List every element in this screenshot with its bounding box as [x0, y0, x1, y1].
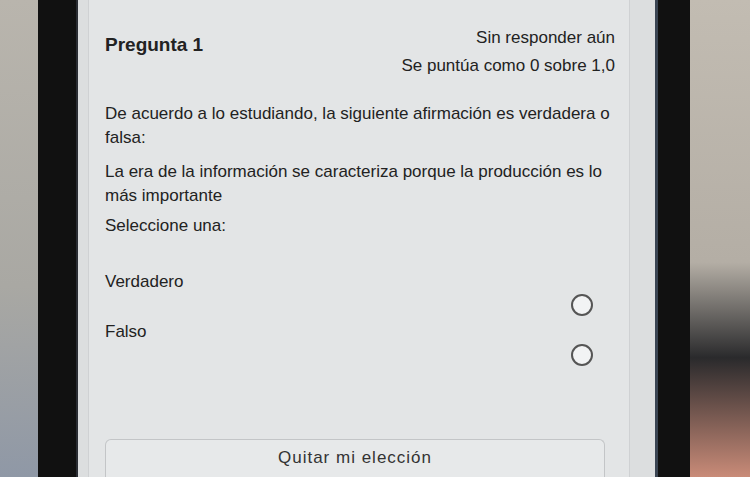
question-status: Sin responder aún: [401, 24, 615, 52]
question-grade: Se puntúa como 0 sobre 1,0: [401, 52, 615, 80]
clear-choice-button[interactable]: Quitar mi elección: [105, 439, 605, 477]
radio-row: [105, 344, 615, 366]
phone-bezel: [655, 0, 690, 477]
photo-scene: Pregunta 1 Sin responder aúnSe puntúa com…: [0, 0, 750, 477]
option-label: Verdadero: [105, 270, 615, 294]
radio-button[interactable]: [571, 344, 593, 366]
answer-option[interactable]: Verdadero: [105, 270, 615, 316]
phone-screen: Pregunta 1 Sin responder aúnSe puntúa com…: [78, 0, 655, 477]
clear-wrap: Quitar mi elección: [105, 439, 615, 477]
option-label: Falso: [105, 320, 615, 344]
question-instruction: Seleccione una:: [105, 214, 615, 238]
question-prompt: De acuerdo a lo estudiando, la siguiente…: [105, 102, 615, 150]
answer-options: Verdadero Falso: [105, 270, 615, 366]
question-header: Pregunta 1 Sin responder aúnSe puntúa com…: [105, 24, 615, 80]
question-meta: Sin responder aúnSe puntúa como 0 sobre …: [401, 24, 615, 80]
radio-row: [105, 294, 615, 316]
background: [0, 0, 38, 477]
radio-button[interactable]: [571, 294, 593, 316]
answer-option[interactable]: Falso: [105, 320, 615, 366]
question-title: Pregunta 1: [105, 24, 203, 56]
background: [690, 0, 750, 477]
question-card: Pregunta 1 Sin responder aúnSe puntúa com…: [88, 0, 630, 477]
question-statement: La era de la información se caracteriza …: [105, 160, 615, 208]
phone-bezel: [38, 0, 78, 477]
